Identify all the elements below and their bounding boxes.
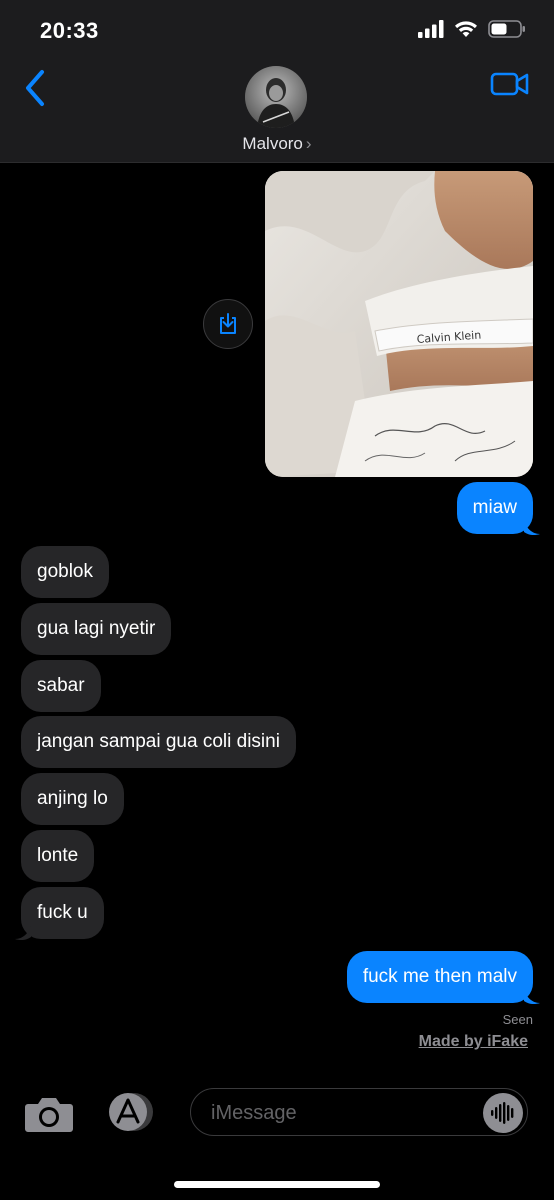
camera-icon (25, 1098, 73, 1132)
message-text: gua lagi nyetir (37, 618, 156, 639)
app-store-icon (109, 1093, 153, 1131)
received-message[interactable]: jangan sampai gua coli disini (21, 716, 296, 768)
conversation-header: Malvoro › (0, 62, 554, 163)
received-message[interactable]: gua lagi nyetir (21, 603, 172, 655)
bubble-tail (524, 520, 540, 536)
message-text: lonte (37, 845, 79, 866)
app-store-button[interactable] (104, 1092, 154, 1132)
audio-waveform-icon (491, 1102, 514, 1124)
home-indicator[interactable] (174, 1181, 380, 1188)
read-receipt: Seen (502, 1012, 533, 1027)
avatar-photo (245, 66, 307, 128)
contact-avatar[interactable] (245, 66, 307, 128)
message-text: sabar (37, 675, 85, 696)
message-text: anjing lo (37, 788, 108, 809)
received-message[interactable]: goblok (21, 546, 109, 598)
video-camera-icon (490, 72, 529, 96)
message-text: jangan sampai gua coli disini (37, 731, 280, 752)
wifi-icon (455, 21, 477, 37)
watermark-link[interactable]: Made by iFake (419, 1033, 528, 1051)
status-icons (418, 20, 526, 38)
bubble-tail (15, 925, 31, 941)
message-input-placeholder: iMessage (211, 1102, 297, 1124)
facetime-button[interactable] (490, 70, 530, 103)
bubble-tail (524, 989, 540, 1005)
received-message[interactable]: fuck u (21, 887, 104, 939)
message-input[interactable]: iMessage (190, 1088, 528, 1136)
back-button[interactable] (22, 68, 48, 113)
message-text: fuck u (37, 902, 88, 923)
camera-button[interactable] (24, 1094, 74, 1139)
message-text: miaw (472, 497, 517, 518)
contact-name: Malvoro (242, 134, 303, 153)
message-photo[interactable]: Calvin Klein (265, 171, 533, 477)
message-text: fuck me then malv (362, 966, 517, 987)
chevron-right-icon: › (305, 134, 312, 153)
contact-name-button[interactable]: Malvoro › (0, 134, 554, 154)
sent-message[interactable]: miaw (456, 482, 533, 534)
received-message[interactable]: lonte (21, 830, 95, 882)
chevron-left-icon (26, 70, 44, 106)
status-time: 20:33 (40, 18, 99, 43)
save-image-button[interactable] (203, 299, 253, 349)
photo-content: Calvin Klein (265, 171, 533, 477)
sent-message[interactable]: fuck me then malv (346, 951, 533, 1003)
message-text: goblok (37, 561, 93, 582)
received-message[interactable]: sabar (21, 660, 101, 712)
download-icon (220, 313, 236, 334)
battery-icon (488, 20, 525, 38)
audio-message-button[interactable] (483, 1093, 523, 1133)
received-message[interactable]: anjing lo (21, 773, 124, 825)
status-bar: 20:33 (0, 0, 554, 62)
cellular-signal-icon (418, 20, 444, 38)
